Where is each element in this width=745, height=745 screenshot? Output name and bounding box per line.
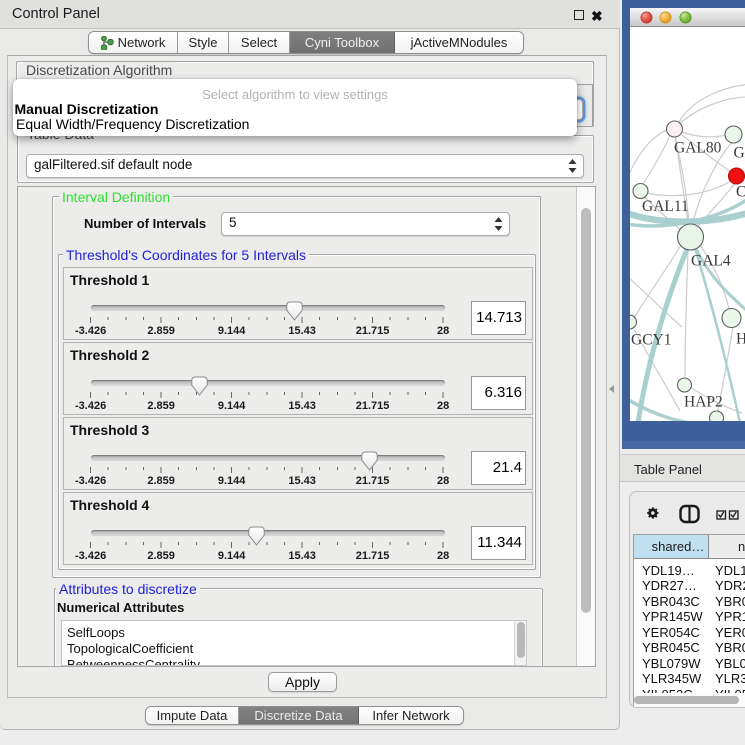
svg-text:GCY1: GCY1: [631, 332, 671, 349]
svg-text:H: H: [736, 331, 745, 348]
svg-text:GAL80: GAL80: [674, 140, 722, 157]
svg-text:GAL4: GAL4: [691, 253, 731, 270]
svg-text:C: C: [736, 184, 745, 201]
svg-text:GAL11: GAL11: [642, 198, 689, 215]
svg-text:HAP2: HAP2: [684, 394, 723, 411]
svg-text:GAL7: GAL7: [734, 145, 745, 162]
